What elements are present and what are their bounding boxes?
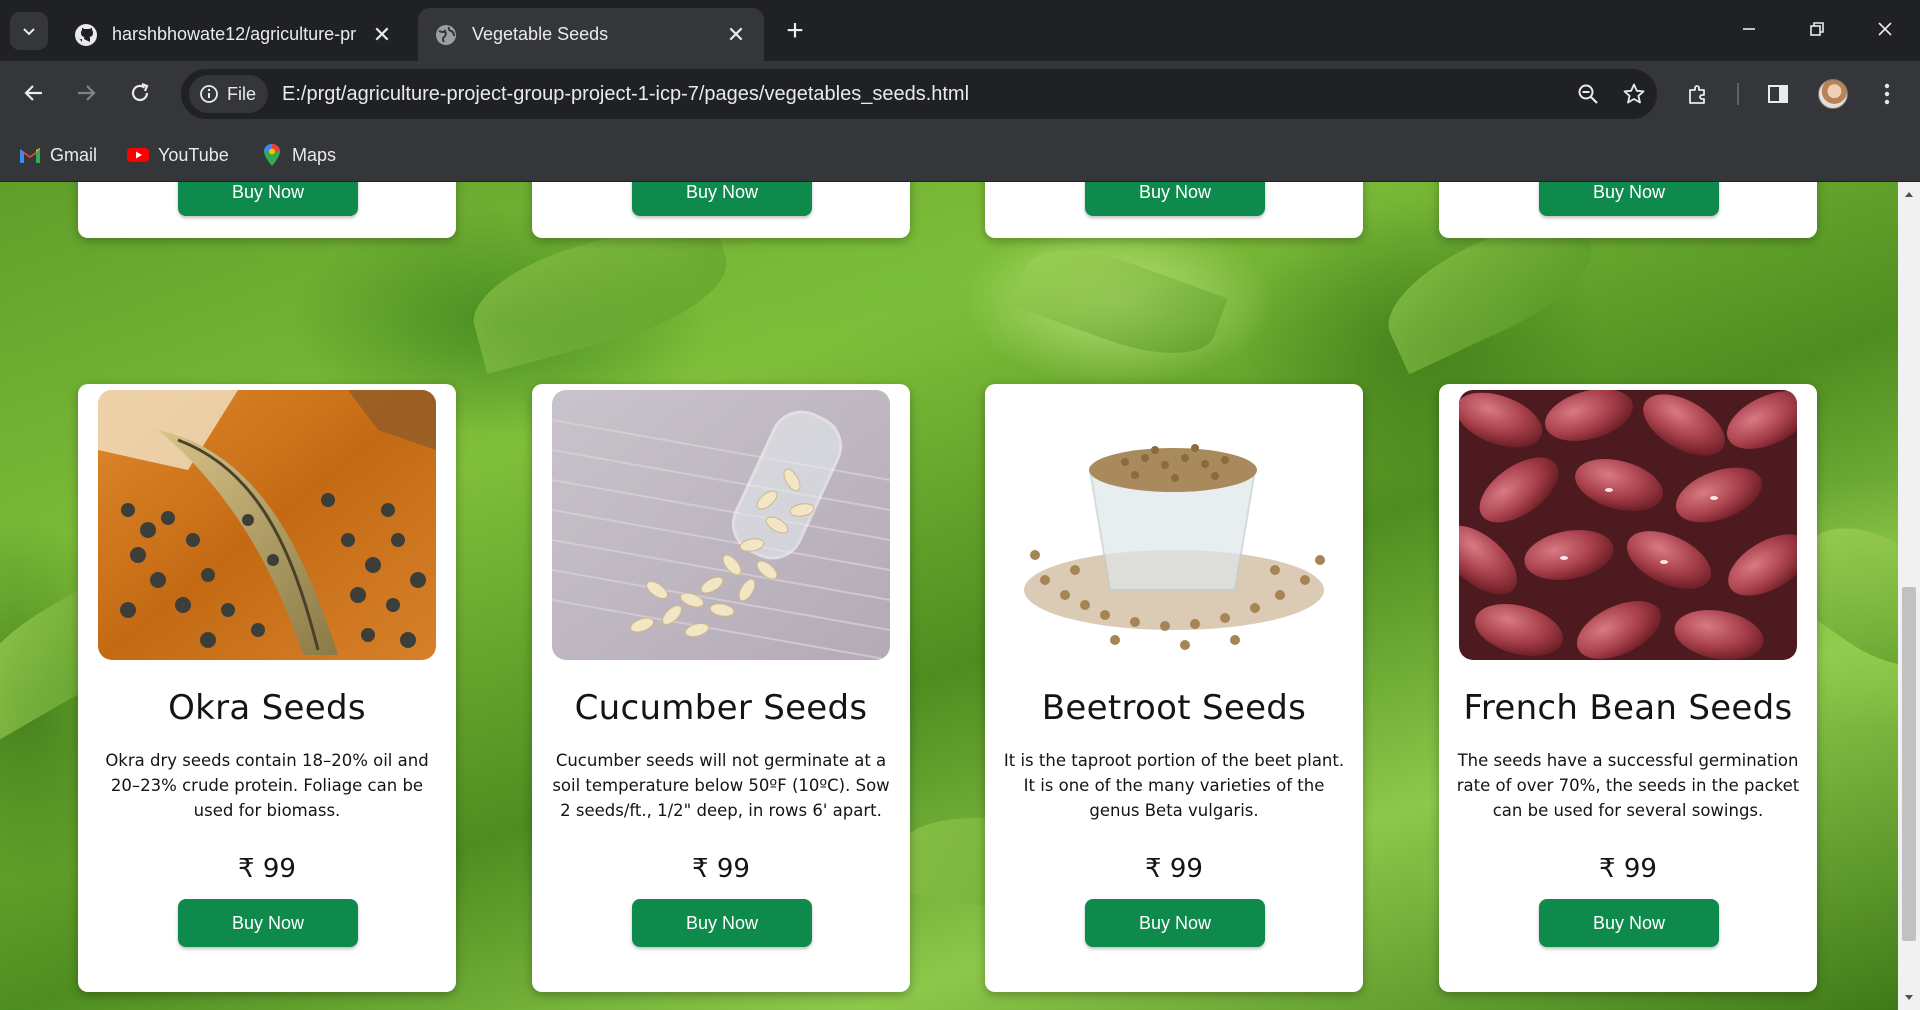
product-card-previous: Buy Now: [78, 182, 456, 238]
tab-github[interactable]: harshbhowate12/agriculture-pr ✕: [58, 8, 410, 61]
product-name: French Bean Seeds: [1463, 688, 1793, 728]
caret-down-icon: [1905, 995, 1913, 1000]
reload-icon: [131, 82, 149, 102]
tab-vegetable-seeds[interactable]: Vegetable Seeds ✕: [418, 8, 764, 61]
tab-search-button[interactable]: [10, 12, 48, 50]
puzzle-icon: [1689, 85, 1705, 104]
close-tab-icon[interactable]: ✕: [370, 22, 394, 47]
bookmarks-bar: Gmail YouTube Maps: [0, 128, 1920, 182]
youtube-icon: [126, 143, 150, 167]
restore-icon: [1810, 22, 1824, 36]
star-icon: [1623, 83, 1645, 104]
product-description: The seeds have a successful germination …: [1456, 751, 1800, 820]
buy-now-button[interactable]: Buy Now: [1539, 182, 1719, 216]
buy-now-button[interactable]: Buy Now: [632, 899, 812, 947]
tab-strip: harshbhowate12/agriculture-pr ✕ Vegetabl…: [0, 0, 1920, 61]
product-card-okra: Okra Seeds Okra dry seeds contain 18–20%…: [78, 384, 456, 992]
caret-up-icon: [1905, 192, 1913, 197]
side-panel-button[interactable]: [1759, 75, 1797, 113]
bookmark-label: YouTube: [158, 144, 229, 165]
gmail-icon: [18, 143, 42, 167]
url-text: E:/prgt/agriculture-project-group-projec…: [282, 82, 970, 105]
buy-now-button[interactable]: Buy Now: [178, 899, 358, 947]
beetroot-seeds-image: [1005, 390, 1343, 660]
maps-icon: [260, 143, 284, 167]
background-leaf: [1012, 230, 1228, 374]
buy-now-button[interactable]: Buy Now: [1539, 899, 1719, 947]
bookmark-maps[interactable]: Maps: [260, 140, 336, 170]
bookmark-label: Gmail: [50, 144, 98, 165]
buy-now-button[interactable]: Buy Now: [1085, 182, 1265, 216]
product-description: Cucumber seeds will not germinate at a s…: [552, 751, 890, 820]
side-panel-icon: [1768, 85, 1788, 103]
bookmark-star-button[interactable]: [1617, 77, 1651, 111]
chevron-down-icon: [23, 28, 35, 36]
close-icon: [1878, 22, 1892, 36]
product-card-previous: Buy Now: [532, 182, 910, 238]
minimize-button[interactable]: [1726, 8, 1772, 50]
okra-seeds-image: [98, 390, 436, 660]
browser-toolbar: File E:/prgt/agriculture-project-group-p…: [0, 61, 1920, 128]
tab-title: harshbhowate12/agriculture-pr: [112, 24, 357, 44]
product-description: It is the taproot portion of the beet pl…: [1003, 751, 1345, 820]
product-price: ₹ 99: [1599, 854, 1657, 884]
kebab-menu-icon: [1884, 83, 1890, 105]
page-viewport: Buy Now Buy Now Buy Now Buy Now Okra See…: [0, 182, 1898, 1010]
reload-button[interactable]: [120, 73, 160, 113]
product-card-beetroot: Beetroot Seeds It is the taproot portion…: [985, 384, 1363, 992]
product-card-previous: Buy Now: [1439, 182, 1817, 238]
site-info-chip[interactable]: File: [189, 75, 269, 113]
page-scrollbar[interactable]: [1898, 182, 1920, 1010]
french-bean-seeds-image: [1459, 390, 1797, 660]
bookmark-gmail[interactable]: Gmail: [18, 140, 97, 170]
forward-button[interactable]: [66, 73, 106, 113]
site-info-label: File: [227, 83, 257, 104]
new-tab-button[interactable]: +: [778, 14, 812, 48]
scrollbar-thumb[interactable]: [1902, 587, 1916, 941]
forward-arrow-icon: [78, 85, 96, 101]
back-button[interactable]: [14, 73, 54, 113]
zoom-out-icon: [1578, 84, 1598, 104]
product-description: Okra dry seeds contain 18–20% oil and 20…: [105, 751, 429, 820]
bookmark-youtube[interactable]: YouTube: [126, 140, 229, 170]
product-name: Cucumber Seeds: [574, 688, 868, 728]
product-card-french-bean: French Bean Seeds The seeds have a succe…: [1439, 384, 1817, 992]
product-card-previous: Buy Now: [985, 182, 1363, 238]
buy-now-button[interactable]: Buy Now: [1085, 899, 1265, 947]
back-arrow-icon: [24, 85, 42, 101]
zoom-button[interactable]: [1571, 77, 1605, 111]
product-price: ₹ 99: [1145, 854, 1203, 884]
product-name: Okra Seeds: [168, 688, 366, 728]
toolbar-divider: [1737, 83, 1739, 105]
scroll-down-button[interactable]: [1898, 986, 1920, 1010]
address-bar[interactable]: File E:/prgt/agriculture-project-group-p…: [181, 69, 1657, 119]
buy-now-button[interactable]: Buy Now: [178, 182, 358, 216]
close-window-button[interactable]: [1862, 8, 1908, 50]
product-price: ₹ 99: [692, 854, 750, 884]
globe-icon: [434, 23, 458, 47]
avatar: [1818, 79, 1848, 109]
product-card-cucumber: Cucumber Seeds Cucumber seeds will not g…: [532, 384, 910, 992]
cucumber-seeds-image: [552, 390, 890, 660]
restore-button[interactable]: [1794, 8, 1840, 50]
product-name: Beetroot Seeds: [1041, 688, 1307, 728]
buy-now-button[interactable]: Buy Now: [632, 182, 812, 216]
extensions-button[interactable]: [1679, 75, 1717, 113]
github-icon: [74, 23, 98, 47]
menu-button[interactable]: [1868, 75, 1906, 113]
minimize-icon: [1743, 28, 1755, 30]
bookmark-label: Maps: [292, 144, 337, 165]
close-tab-icon[interactable]: ✕: [724, 22, 748, 47]
product-price: ₹ 99: [238, 854, 296, 884]
info-icon: [200, 85, 218, 103]
tab-title: Vegetable Seeds: [472, 24, 609, 44]
scroll-up-button[interactable]: [1898, 182, 1920, 206]
profile-button[interactable]: [1814, 75, 1852, 113]
